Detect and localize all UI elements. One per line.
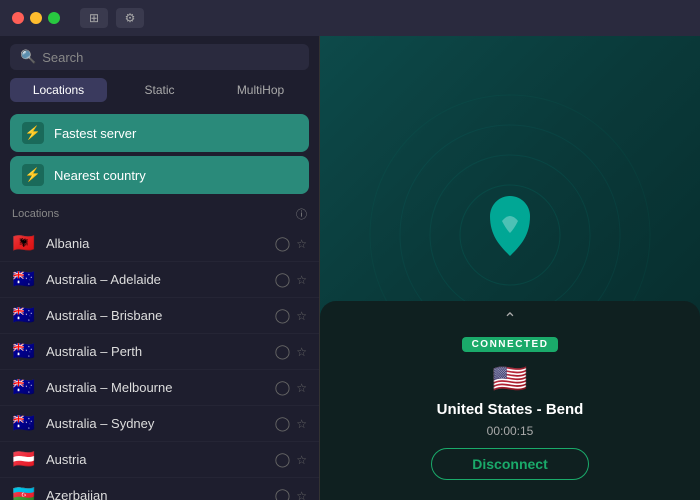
tab-multihop[interactable]: MultiHop (212, 78, 309, 102)
flag-azerbaijan: 🇦🇿 (12, 485, 36, 500)
signal-icon: ◯ (275, 487, 291, 500)
flag-au-melbourne: 🇦🇺 (12, 377, 36, 398)
fastest-server-button[interactable]: ⚡ Fastest server (10, 114, 309, 152)
signal-icon: ◯ (275, 451, 291, 468)
disconnect-button[interactable]: Disconnect (431, 448, 588, 480)
location-actions: ◯ ☆ (275, 415, 307, 432)
signal-icon: ◯ (275, 271, 291, 288)
bolt-icon: ⚡ (22, 122, 44, 144)
flag-au-sydney: 🇦🇺 (12, 413, 36, 434)
close-button[interactable] (12, 12, 24, 24)
star-icon[interactable]: ☆ (296, 453, 307, 467)
connected-location: United States - Bend (437, 401, 584, 418)
quick-actions: ⚡ Fastest server ⚡ Nearest country (0, 110, 319, 198)
location-actions: ◯ ☆ (275, 307, 307, 324)
minimize-button[interactable] (30, 12, 42, 24)
flag-au-perth: 🇦🇺 (12, 341, 36, 362)
star-icon[interactable]: ☆ (296, 345, 307, 359)
flag-albania: 🇦🇱 (12, 233, 36, 254)
search-container: 🔍 (0, 36, 319, 78)
connected-time: 00:00:15 (487, 424, 534, 438)
right-panel: ⌃ CONNECTED 🇺🇸 United States - Bend 00:0… (320, 36, 700, 500)
list-item[interactable]: 🇦🇺 Australia – Adelaide ◯ ☆ (0, 262, 319, 298)
location-name-au-adelaide: Australia – Adelaide (46, 272, 265, 287)
location-actions: ◯ ☆ (275, 271, 307, 288)
tab-locations[interactable]: Locations (10, 78, 107, 102)
info-icon[interactable]: ⓘ (296, 206, 307, 222)
fastest-server-label: Fastest server (54, 126, 136, 141)
signal-icon: ◯ (275, 235, 291, 252)
list-item[interactable]: 🇦🇺 Australia – Melbourne ◯ ☆ (0, 370, 319, 406)
tab-static[interactable]: Static (111, 78, 208, 102)
chevron-up-icon[interactable]: ⌃ (503, 309, 516, 329)
maximize-button[interactable] (48, 12, 60, 24)
list-item[interactable]: 🇦🇺 Australia – Perth ◯ ☆ (0, 334, 319, 370)
status-badge: CONNECTED (462, 337, 559, 352)
location-name-albania: Albania (46, 236, 265, 251)
titlebar-icons: ⊞ ⚙ (80, 8, 144, 28)
star-icon[interactable]: ☆ (296, 381, 307, 395)
connected-panel: ⌃ CONNECTED 🇺🇸 United States - Bend 00:0… (320, 301, 700, 500)
signal-icon: ◯ (275, 307, 291, 324)
signal-icon: ◯ (275, 415, 291, 432)
search-box: 🔍 (10, 44, 309, 70)
list-item[interactable]: 🇦🇺 Australia – Sydney ◯ ☆ (0, 406, 319, 442)
titlebar: ⊞ ⚙ (0, 0, 700, 36)
traffic-lights (12, 12, 60, 24)
location-name-au-perth: Australia – Perth (46, 344, 265, 359)
list-item[interactable]: 🇦🇿 Azerbaijan ◯ ☆ (0, 478, 319, 500)
list-item[interactable]: 🇦🇺 Australia – Brisbane ◯ ☆ (0, 298, 319, 334)
location-name-azerbaijan: Azerbaijan (46, 488, 265, 500)
star-icon[interactable]: ☆ (296, 489, 307, 500)
location-name-au-melbourne: Australia – Melbourne (46, 380, 265, 395)
star-icon[interactable]: ☆ (296, 309, 307, 323)
locations-header: Locations ⓘ (0, 198, 319, 226)
location-name-austria: Austria (46, 452, 265, 467)
location-name-au-brisbane: Australia – Brisbane (46, 308, 265, 323)
list-item[interactable]: 🇦🇹 Austria ◯ ☆ (0, 442, 319, 478)
window-icon-button[interactable]: ⊞ (80, 8, 108, 28)
flag-au-brisbane: 🇦🇺 (12, 305, 36, 326)
star-icon[interactable]: ☆ (296, 237, 307, 251)
signal-icon: ◯ (275, 379, 291, 396)
nearest-country-button[interactable]: ⚡ Nearest country (10, 156, 309, 194)
locations-header-label: Locations (12, 208, 59, 220)
nearest-country-label: Nearest country (54, 168, 146, 183)
settings-icon-button[interactable]: ⚙ (116, 8, 144, 28)
star-icon[interactable]: ☆ (296, 417, 307, 431)
location-name-au-sydney: Australia – Sydney (46, 416, 265, 431)
tabs: Locations Static MultiHop (0, 78, 319, 110)
surfshark-logo (480, 191, 540, 266)
location-actions: ◯ ☆ (275, 451, 307, 468)
signal-icon: ◯ (275, 343, 291, 360)
bolt-icon-2: ⚡ (22, 164, 44, 186)
location-list: 🇦🇱 Albania ◯ ☆ 🇦🇺 Australia – Adelaide ◯… (0, 226, 319, 500)
sidebar: 🔍 Locations Static MultiHop ⚡ Fastest se… (0, 36, 320, 500)
connected-flag: 🇺🇸 (493, 362, 528, 395)
location-actions: ◯ ☆ (275, 343, 307, 360)
location-actions: ◯ ☆ (275, 235, 307, 252)
star-icon[interactable]: ☆ (296, 273, 307, 287)
list-item[interactable]: 🇦🇱 Albania ◯ ☆ (0, 226, 319, 262)
location-actions: ◯ ☆ (275, 487, 307, 500)
search-icon: 🔍 (20, 49, 36, 65)
main-container: 🔍 Locations Static MultiHop ⚡ Fastest se… (0, 36, 700, 500)
search-input[interactable] (42, 50, 299, 65)
flag-au-adelaide: 🇦🇺 (12, 269, 36, 290)
flag-austria: 🇦🇹 (12, 449, 36, 470)
location-actions: ◯ ☆ (275, 379, 307, 396)
